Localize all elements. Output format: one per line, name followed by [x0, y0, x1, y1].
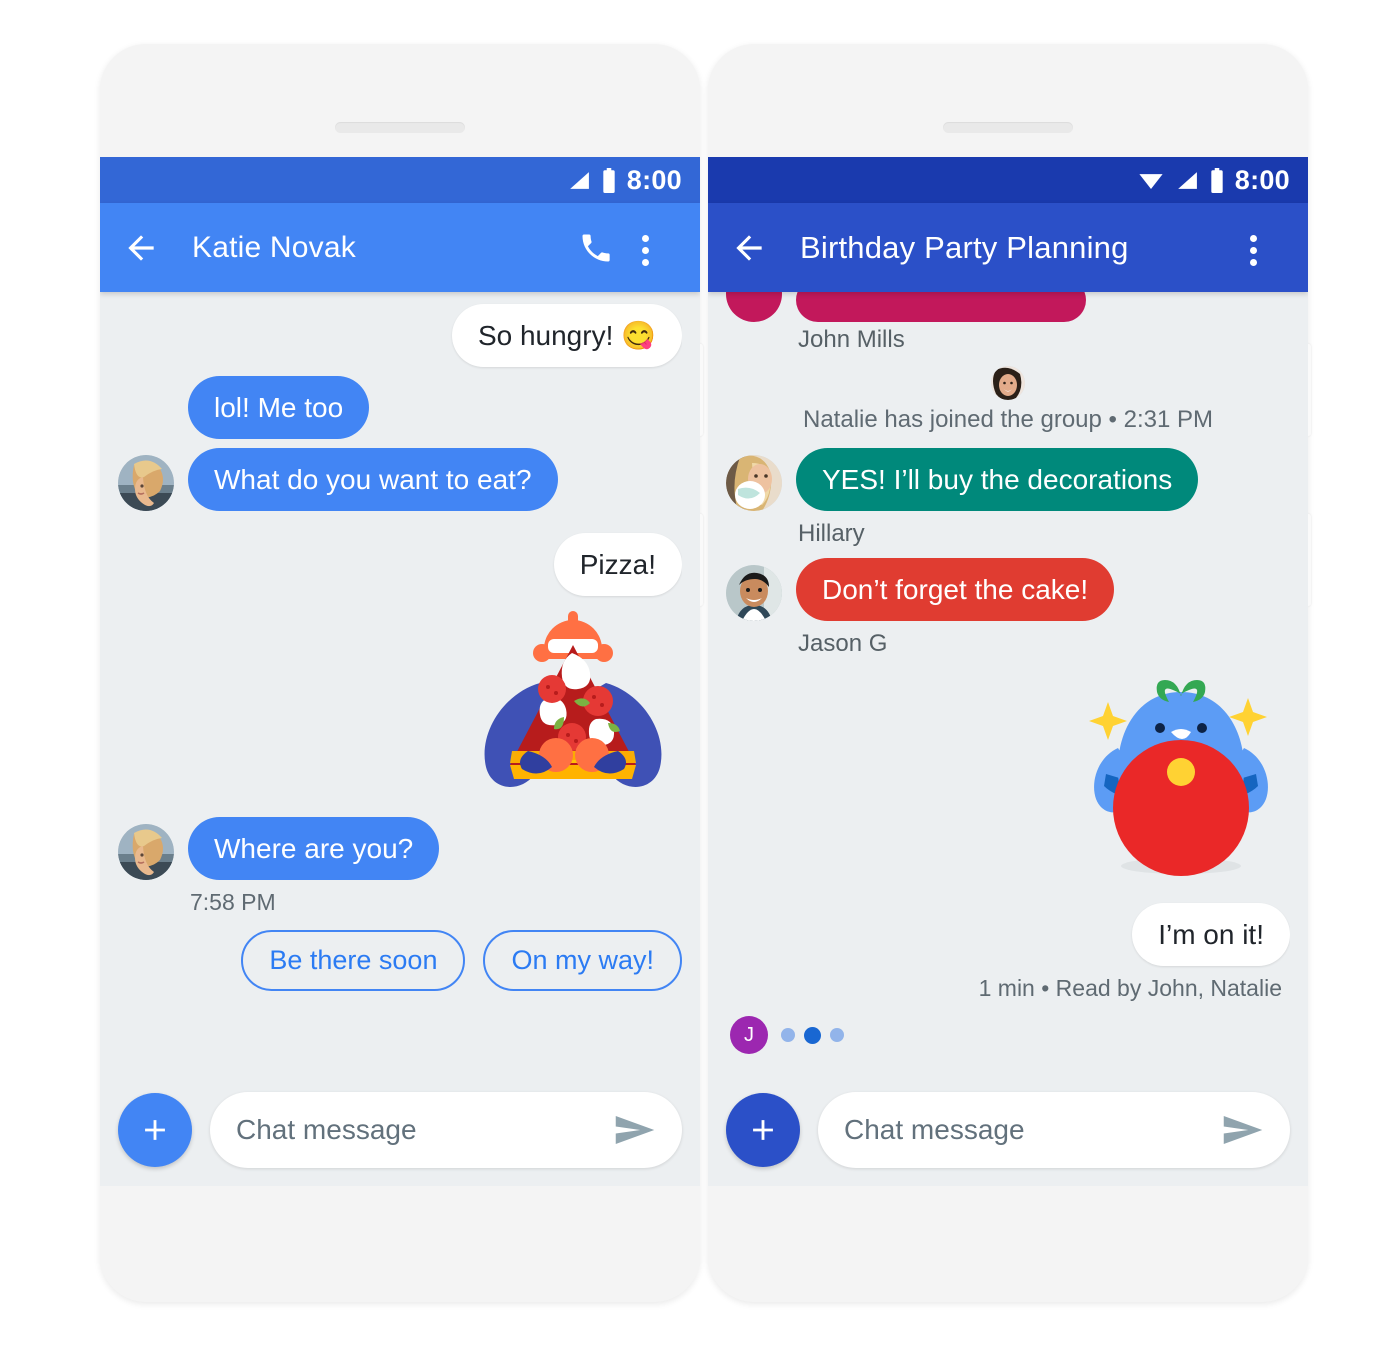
avatar-katie[interactable]	[118, 824, 174, 881]
typing-indicator: J	[730, 1016, 1290, 1055]
battery-icon	[1211, 167, 1223, 193]
join-notice-text: Natalie has joined the group • 2:31 PM	[803, 406, 1213, 433]
message-thread-right: John Mills Natalie has joined the group …	[726, 292, 1290, 1082]
conversation-title: Katie Novak	[192, 230, 356, 264]
send-icon[interactable]	[1222, 1114, 1264, 1146]
avatar-john[interactable]	[726, 292, 782, 322]
status-bar-left: 8:00	[100, 157, 700, 203]
typing-dots	[781, 1026, 844, 1044]
overflow-menu-icon[interactable]	[1250, 230, 1286, 266]
message-status-text: 1 min • Read by John, Natalie	[978, 975, 1282, 1002]
typing-dot	[830, 1028, 844, 1043]
message-bubble-outgoing[interactable]: So hungry! 😋	[451, 304, 682, 368]
status-time: 8:00	[626, 164, 682, 195]
phone-device-right: 8:00 Birthday Party Planning John Mills …	[708, 44, 1311, 1302]
group-join-notice: Natalie has joined the group • 2:31 PM	[726, 366, 1290, 434]
app-bar-right: Birthday Party Planning	[708, 203, 1308, 292]
avatar-jason[interactable]	[726, 565, 782, 622]
message-row: Don’t forget the cake!	[726, 558, 1290, 622]
status-bar-right: 8:00	[708, 157, 1308, 203]
battery-icon	[603, 167, 615, 193]
message-sender-name: Hillary	[798, 520, 865, 548]
kebab-dot	[1250, 246, 1257, 254]
back-arrow-icon[interactable]	[730, 229, 768, 267]
pizza-slice-character-sticker	[484, 611, 662, 788]
typing-avatar-initial: J	[730, 1016, 768, 1055]
typing-dot	[804, 1026, 821, 1044]
add-attachment-button[interactable]	[118, 1093, 192, 1167]
chat-input-placeholder: Chat message	[236, 1114, 417, 1145]
signal-icon	[569, 171, 589, 189]
message-bubble-incoming[interactable]: YES! I’ll buy the decorations	[796, 448, 1199, 512]
overflow-menu-icon[interactable]	[642, 230, 678, 266]
phone-screen-right: 8:00 Birthday Party Planning John Mills …	[708, 157, 1308, 1186]
send-icon[interactable]	[614, 1114, 656, 1146]
plus-icon	[145, 1120, 165, 1140]
message-bubble-incoming[interactable]: Where are you?	[188, 817, 440, 881]
chat-message-input[interactable]: Chat message	[210, 1092, 682, 1168]
kebab-dot	[1250, 258, 1257, 266]
sticker-message-blueberry[interactable]	[726, 666, 1290, 891]
kebab-dot	[642, 234, 649, 242]
message-row: What do you want to eat?	[118, 448, 682, 512]
conversation-left: So hungry! 😋 lol! Me too What do you wan…	[100, 292, 700, 1186]
chat-message-input[interactable]: Chat message	[818, 1092, 1290, 1168]
message-row: I’m on it!	[726, 903, 1290, 967]
blueberry-balloon-character-sticker	[1089, 680, 1268, 877]
phone-call-icon[interactable]	[578, 230, 614, 266]
sticker-message-pizza[interactable]	[118, 605, 682, 805]
kebab-dot	[642, 258, 649, 266]
earpiece-speaker	[335, 122, 465, 133]
kebab-dot	[642, 246, 649, 254]
earpiece-speaker	[943, 122, 1073, 133]
message-thread-left: So hungry! 😋 lol! Me too What do you wan…	[118, 292, 682, 1082]
message-bubble-outgoing[interactable]: I’m on it!	[1132, 903, 1290, 967]
message-sender-name: John Mills	[798, 326, 905, 353]
message-bubble-incoming[interactable]: lol! Me too	[188, 376, 370, 440]
message-row: lol! Me too	[118, 376, 682, 440]
message-bubble-incoming-cut[interactable]	[796, 292, 1086, 322]
suggestion-chip-2[interactable]: On my way!	[483, 930, 682, 992]
message-sender-name: Jason G	[798, 630, 888, 658]
message-row: Where are you?	[118, 817, 682, 881]
message-bubble-incoming[interactable]: What do you want to eat?	[188, 448, 558, 512]
message-row: YES! I’ll buy the decorations	[726, 448, 1290, 512]
natalie-avatar	[991, 366, 1025, 400]
status-time: 8:00	[1234, 164, 1290, 195]
phone-screen-left: 8:00 Katie Novak So hungry! 😋 lol! Me to…	[100, 157, 700, 1186]
conversation-title: Birthday Party Planning	[800, 229, 1129, 265]
composer-right: Chat message	[726, 1082, 1290, 1186]
conversation-right: John Mills Natalie has joined the group …	[708, 292, 1308, 1186]
avatar-hillary[interactable]	[726, 455, 782, 512]
avatar-katie[interactable]	[118, 455, 174, 512]
plus-icon	[753, 1120, 773, 1140]
avatar-placeholder	[118, 383, 174, 439]
kebab-dot	[1250, 234, 1257, 242]
smart-reply-suggestions: Be there soon On my way!	[118, 930, 682, 992]
signal-icon	[1177, 171, 1197, 189]
message-bubble-outgoing[interactable]: Pizza!	[553, 533, 682, 597]
composer-left: Chat message	[118, 1082, 682, 1186]
screenshot-stage: 8:00 Katie Novak So hungry! 😋 lol! Me to…	[0, 0, 1400, 1347]
message-row-partially-hidden	[726, 292, 1290, 322]
back-arrow-icon[interactable]	[122, 229, 160, 267]
chat-input-placeholder: Chat message	[844, 1114, 1025, 1145]
message-row: Pizza!	[118, 533, 682, 597]
typing-dot	[781, 1028, 795, 1043]
add-attachment-button[interactable]	[726, 1093, 800, 1167]
phone-device-left: 8:00 Katie Novak So hungry! 😋 lol! Me to…	[100, 44, 703, 1302]
message-row: So hungry! 😋	[118, 304, 682, 368]
message-bubble-incoming[interactable]: Don’t forget the cake!	[796, 558, 1115, 622]
app-bar-left: Katie Novak	[100, 203, 700, 292]
wifi-icon	[1139, 173, 1163, 189]
message-timestamp: 7:58 PM	[190, 889, 276, 916]
suggestion-chip-1[interactable]: Be there soon	[241, 930, 466, 992]
